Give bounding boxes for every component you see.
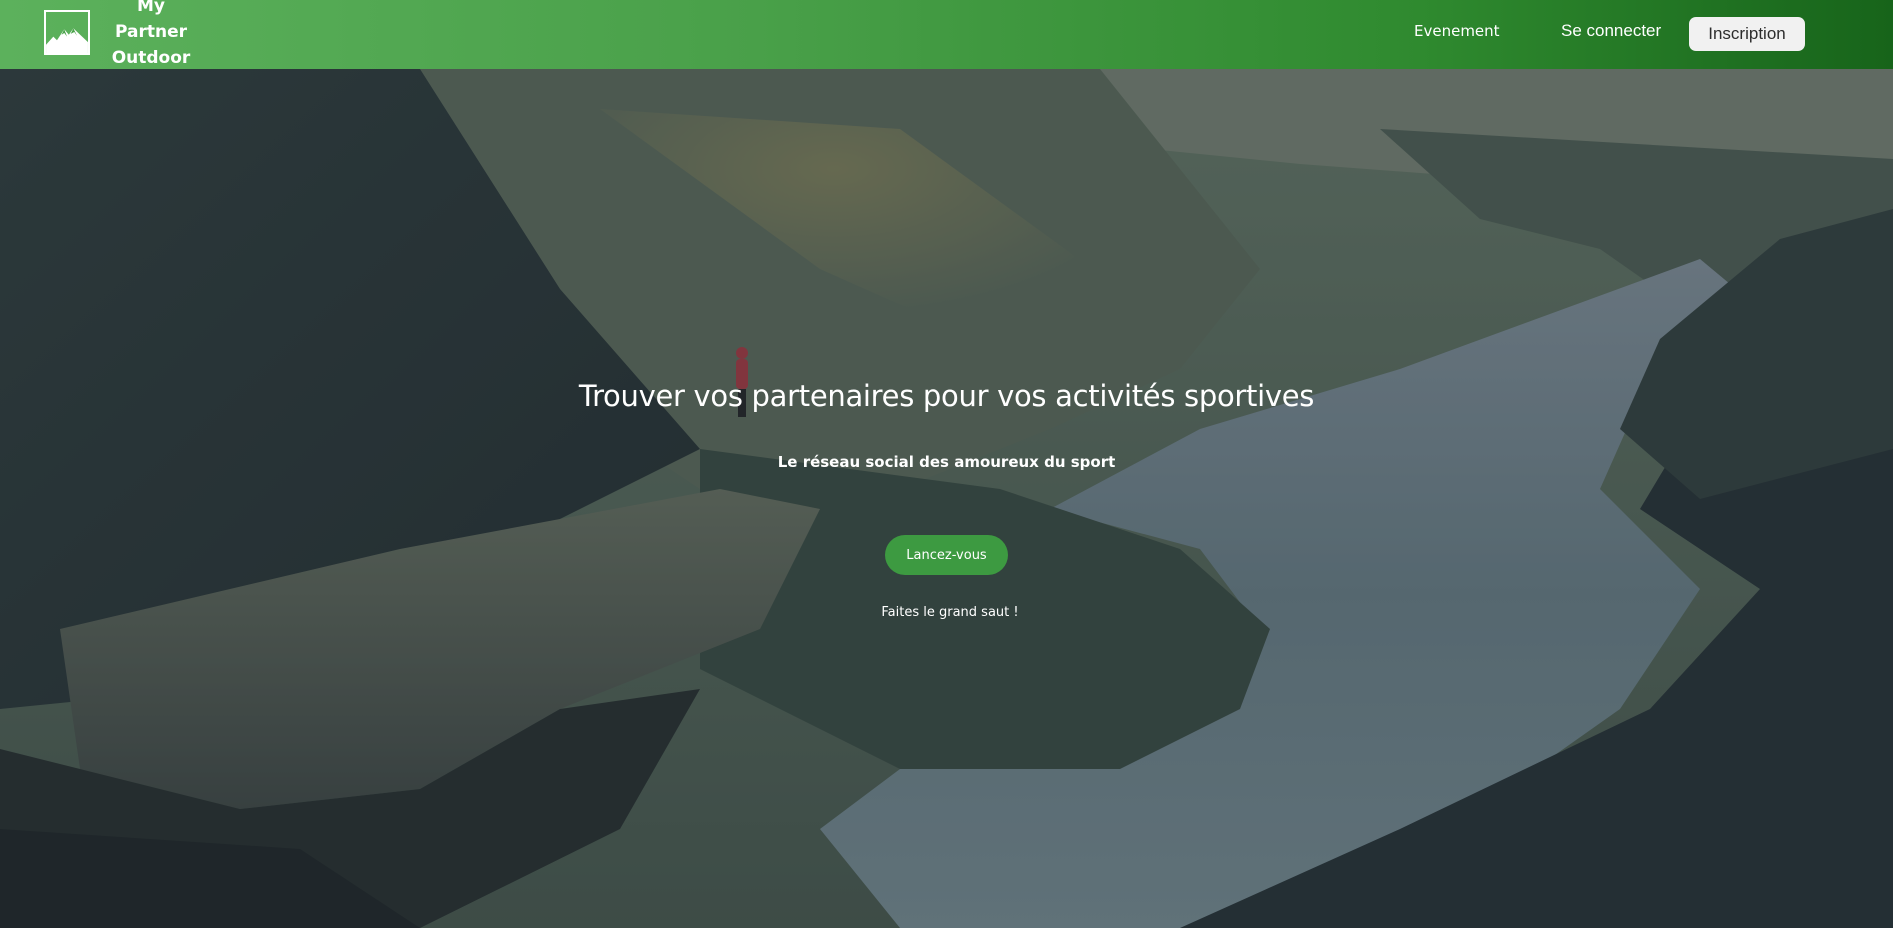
mountain-logo-icon (44, 9, 90, 55)
hero-title: Trouver vos partenaires pour vos activit… (578, 379, 1315, 413)
brand-name: My Partner Outdoor (106, 0, 196, 71)
brand-name-line2: Outdoor (111, 48, 191, 68)
get-started-button[interactable]: Lancez-vous (885, 535, 1008, 575)
hero-subtitle: Le réseau social des amoureux du sport (777, 453, 1116, 471)
signup-button[interactable]: Inscription (1689, 17, 1805, 51)
brand-name-line1: My Partner (114, 0, 187, 42)
brand-home-link[interactable]: My Partner Outdoor (44, 0, 196, 68)
nav-login-link[interactable]: Se connecter (1561, 21, 1661, 41)
navbar: My Partner Outdoor Evenement Se connecte… (0, 0, 1893, 69)
hero-tagline: Faites le grand saut ! (881, 605, 1019, 620)
hero-overlay (0, 69, 1893, 928)
hero-section: Trouver vos partenaires pour vos activit… (0, 69, 1893, 928)
nav-events-link[interactable]: Evenement (1414, 22, 1500, 40)
